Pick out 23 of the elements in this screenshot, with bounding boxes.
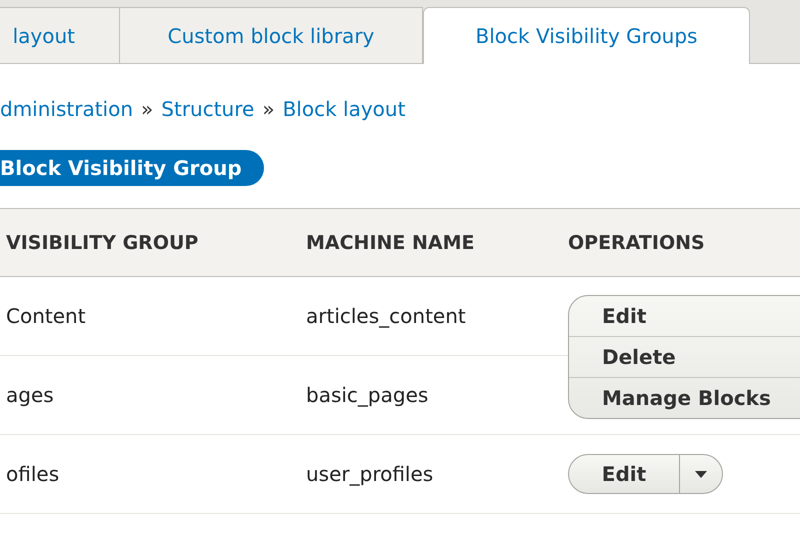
- menu-item[interactable]: Edit: [569, 296, 800, 337]
- table-cell-text: ages: [5, 383, 55, 407]
- table-cell-text: user_profiles: [306, 462, 434, 486]
- breadcrumb-link[interactable]: Structure: [161, 97, 254, 121]
- tab[interactable]: layout: [0, 7, 120, 63]
- menu-item[interactable]: Delete: [569, 337, 800, 378]
- column-header: MACHINE NAME: [306, 232, 476, 254]
- table-cell-text: ofiles: [5, 462, 60, 486]
- tab[interactable]: Custom block library: [120, 7, 423, 63]
- menu-item[interactable]: Manage Blocks: [569, 378, 800, 418]
- edit-button[interactable]: Edit: [569, 455, 680, 493]
- breadcrumb-link[interactable]: dministration: [0, 97, 134, 121]
- column-header: VISIBILITY GROUP: [5, 232, 200, 254]
- table-cell-text: basic_pages: [306, 383, 430, 407]
- tab[interactable]: Block Visibility Groups: [423, 7, 750, 64]
- add-group-button[interactable]: Block Visibility Group: [0, 150, 264, 186]
- table-cell-text: Content: [5, 304, 87, 328]
- column-header: OPERATIONS: [568, 230, 706, 256]
- breadcrumb-link[interactable]: Block layout: [282, 97, 406, 121]
- breadcrumb-separator: »: [141, 97, 154, 121]
- caret-icon: [695, 470, 707, 478]
- table-cell-text: articles_content: [306, 304, 467, 328]
- breadcrumb-separator: »: [262, 97, 275, 121]
